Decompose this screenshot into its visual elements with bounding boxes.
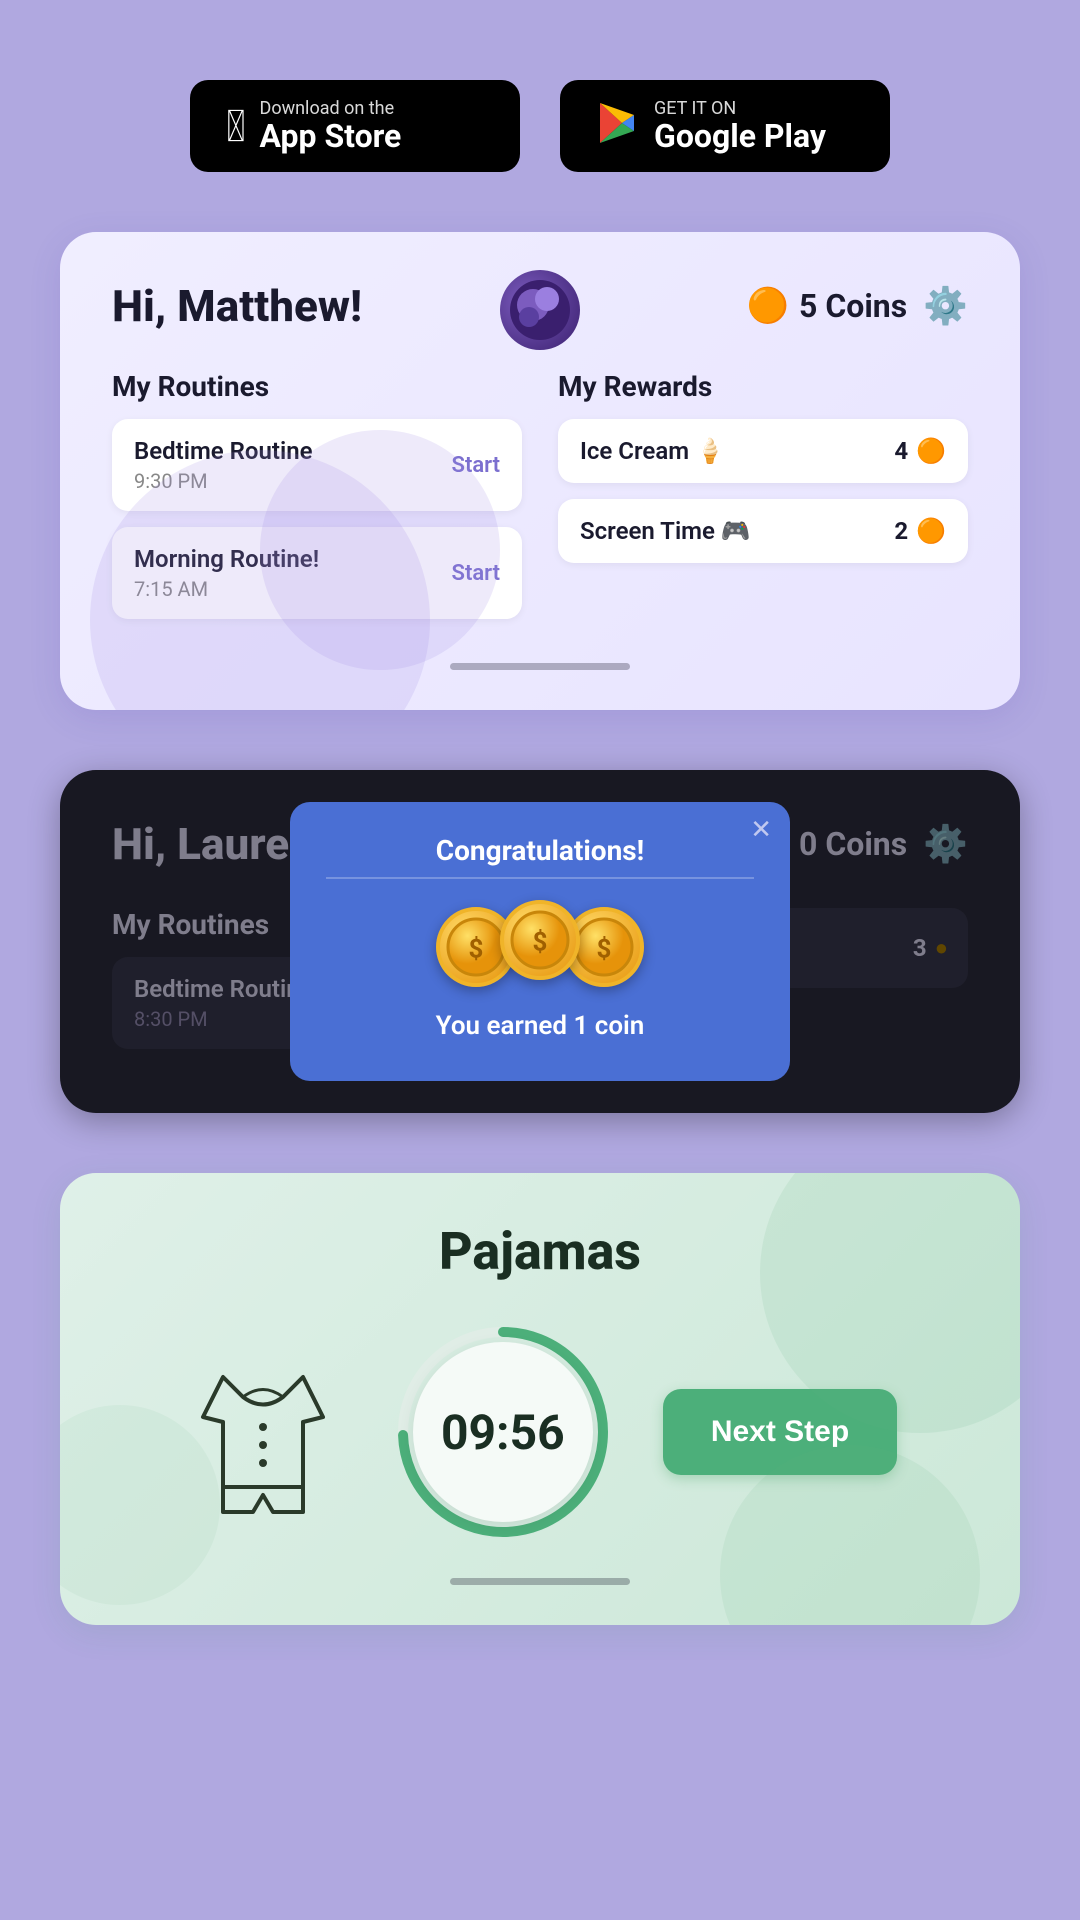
routine-name-bedtime: Bedtime Routine [134,437,313,465]
pajamas-card: Pajamas 09 [60,1173,1020,1625]
modal-coins: $ $ $ [326,907,754,987]
google-play-label-large: Google Play [654,119,826,154]
pajamas-clothing-icon [183,1342,343,1522]
congratulations-modal-overlay: ✕ Congratulations! $ $ [60,770,1020,1113]
matthew-card-header: Hi, Matthew! 🟠 5 Coins ⚙️ [112,280,968,332]
lauren-card: Hi, Lauren! ● 0 Coins ⚙️ My Routines Bed… [60,770,1020,1113]
reward-name-screentime: Screen Time 🎮 [580,517,751,545]
timer-container: 09:56 [393,1322,613,1542]
routine-time-bedtime: 9:30 PM [134,469,313,493]
matthew-coins-badge: 🟠 5 Coins [747,286,908,326]
matthew-coins-count: 5 Coins [799,287,907,325]
congratulations-modal: ✕ Congratulations! $ $ [290,802,790,1081]
google-play-button[interactable]: GET IT ON Google Play [560,80,890,172]
svg-text:$: $ [469,935,484,965]
home-indicator-pajamas [450,1578,630,1585]
home-indicator-matthew [450,663,630,670]
reward-item-icecream: Ice Cream 🍦 4 🟠 [558,419,968,483]
matthew-routines-col: My Routines Bedtime Routine 9:30 PM Star… [112,370,522,635]
app-store-button[interactable]:  Download on the App Store [190,80,520,172]
app-store-label-large: App Store [260,119,402,154]
svg-text:$: $ [533,928,548,958]
matthew-greeting: Hi, Matthew! [112,280,362,332]
routines-label-matthew: My Routines [112,370,522,403]
google-play-icon [596,101,640,152]
matthew-columns: My Routines Bedtime Routine 9:30 PM Star… [112,370,968,635]
routine-time-morning: 7:15 AM [134,577,319,601]
pajamas-title: Pajamas [112,1221,968,1282]
modal-divider [326,877,754,879]
google-play-label-small: GET IT ON [654,98,826,119]
matthew-card: Hi, Matthew! 🟠 5 Coins ⚙️ My Routines Be… [60,232,1020,710]
store-buttons-container:  Download on the App Store GET IT ON Go… [190,80,890,172]
start-button-bedtime[interactable]: Start [452,453,500,478]
routine-name-morning: Morning Routine! [134,545,319,573]
routine-item-bedtime: Bedtime Routine 9:30 PM Start [112,419,522,511]
matthew-rewards-col: My Rewards Ice Cream 🍦 4 🟠 Screen Time 🎮… [558,370,968,635]
pajamas-content: 09:56 Next Step [112,1322,968,1542]
start-button-morning[interactable]: Start [452,561,500,586]
rewards-label-matthew: My Rewards [558,370,968,403]
modal-close-button[interactable]: ✕ [750,816,772,842]
app-logo-matthew [500,270,580,350]
app-store-label-small: Download on the [260,98,402,119]
modal-message: You earned 1 coin [326,1011,754,1041]
reward-cost-icecream: 4 🟠 [894,437,946,465]
timer-display: 09:56 [413,1342,593,1522]
routine-item-morning: Morning Routine! 7:15 AM Start [112,527,522,619]
modal-title: Congratulations! [326,834,754,867]
reward-name-icecream: Ice Cream 🍦 [580,437,725,465]
settings-icon-matthew[interactable]: ⚙️ [923,285,968,327]
next-step-button[interactable]: Next Step [663,1389,897,1475]
modal-coin-2: $ [500,900,580,980]
svg-text:$: $ [597,935,612,965]
reward-item-screentime: Screen Time 🎮 2 🟠 [558,499,968,563]
coin-icon-matthew: 🟠 [747,286,789,326]
reward-cost-screentime: 2 🟠 [894,517,946,545]
apple-icon:  [226,104,246,148]
